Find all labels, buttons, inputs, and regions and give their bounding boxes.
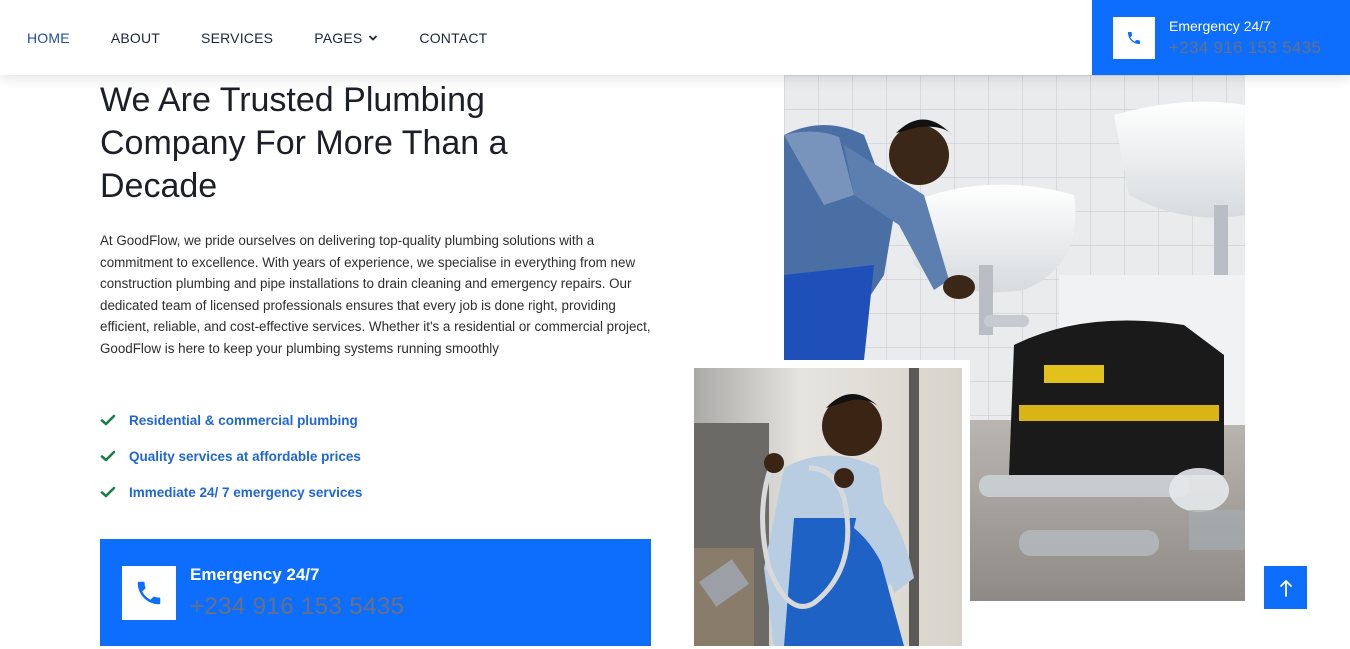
phone-icon [1128, 31, 1140, 44]
nav-pages[interactable]: PAGES [314, 30, 378, 46]
feature-list: Residential & commercial plumbing Qualit… [100, 402, 362, 510]
header-emergency-phone[interactable]: +234 916 153 5435 [1169, 38, 1321, 58]
feature-label: Quality services at affordable prices [129, 448, 361, 464]
phone-icon [137, 581, 161, 604]
intro-paragraph: At GoodFlow, we pride ourselves on deliv… [100, 233, 651, 356]
emergency-contact-box[interactable]: Emergency 24/7 +234 916 153 5435 [100, 539, 651, 646]
main-nav: HOME ABOUT SERVICES PAGES CONTACT [27, 0, 528, 75]
header-phone-icon-box [1113, 16, 1155, 59]
feature-item: Residential & commercial plumbing [100, 402, 362, 438]
header-emergency-label: Emergency 24/7 [1169, 17, 1271, 34]
check-icon [100, 414, 116, 426]
check-icon [100, 486, 116, 498]
nav-home[interactable]: HOME [27, 30, 70, 46]
header-emergency-contact[interactable]: Emergency 24/7 +234 916 153 5435 [1092, 0, 1350, 75]
feature-label: Residential & commercial plumbing [129, 412, 358, 428]
nav-services[interactable]: SERVICES [201, 30, 273, 46]
emergency-phone[interactable]: +234 916 153 5435 [190, 593, 404, 621]
chevron-down-icon [369, 34, 378, 41]
section-title: We Are Trusted Plumbing Company For More… [100, 81, 508, 205]
feature-item: Immediate 24/ 7 emergency services [100, 474, 362, 510]
feature-label: Immediate 24/ 7 emergency services [129, 484, 363, 500]
emergency-phone-icon-box [122, 565, 176, 620]
nav-pages-label: PAGES [314, 29, 363, 46]
plumber-hose-photo [686, 360, 970, 649]
emergency-label: Emergency 24/7 [190, 564, 320, 584]
feature-item: Quality services at affordable prices [100, 438, 362, 474]
nav-about[interactable]: ABOUT [111, 30, 160, 46]
check-icon [100, 450, 116, 462]
site-header: HOME ABOUT SERVICES PAGES CONTACT Emerge… [0, 0, 1350, 75]
nav-contact[interactable]: CONTACT [419, 30, 487, 46]
back-to-top-button[interactable] [1264, 566, 1307, 609]
arrow-up-icon [1279, 579, 1292, 597]
